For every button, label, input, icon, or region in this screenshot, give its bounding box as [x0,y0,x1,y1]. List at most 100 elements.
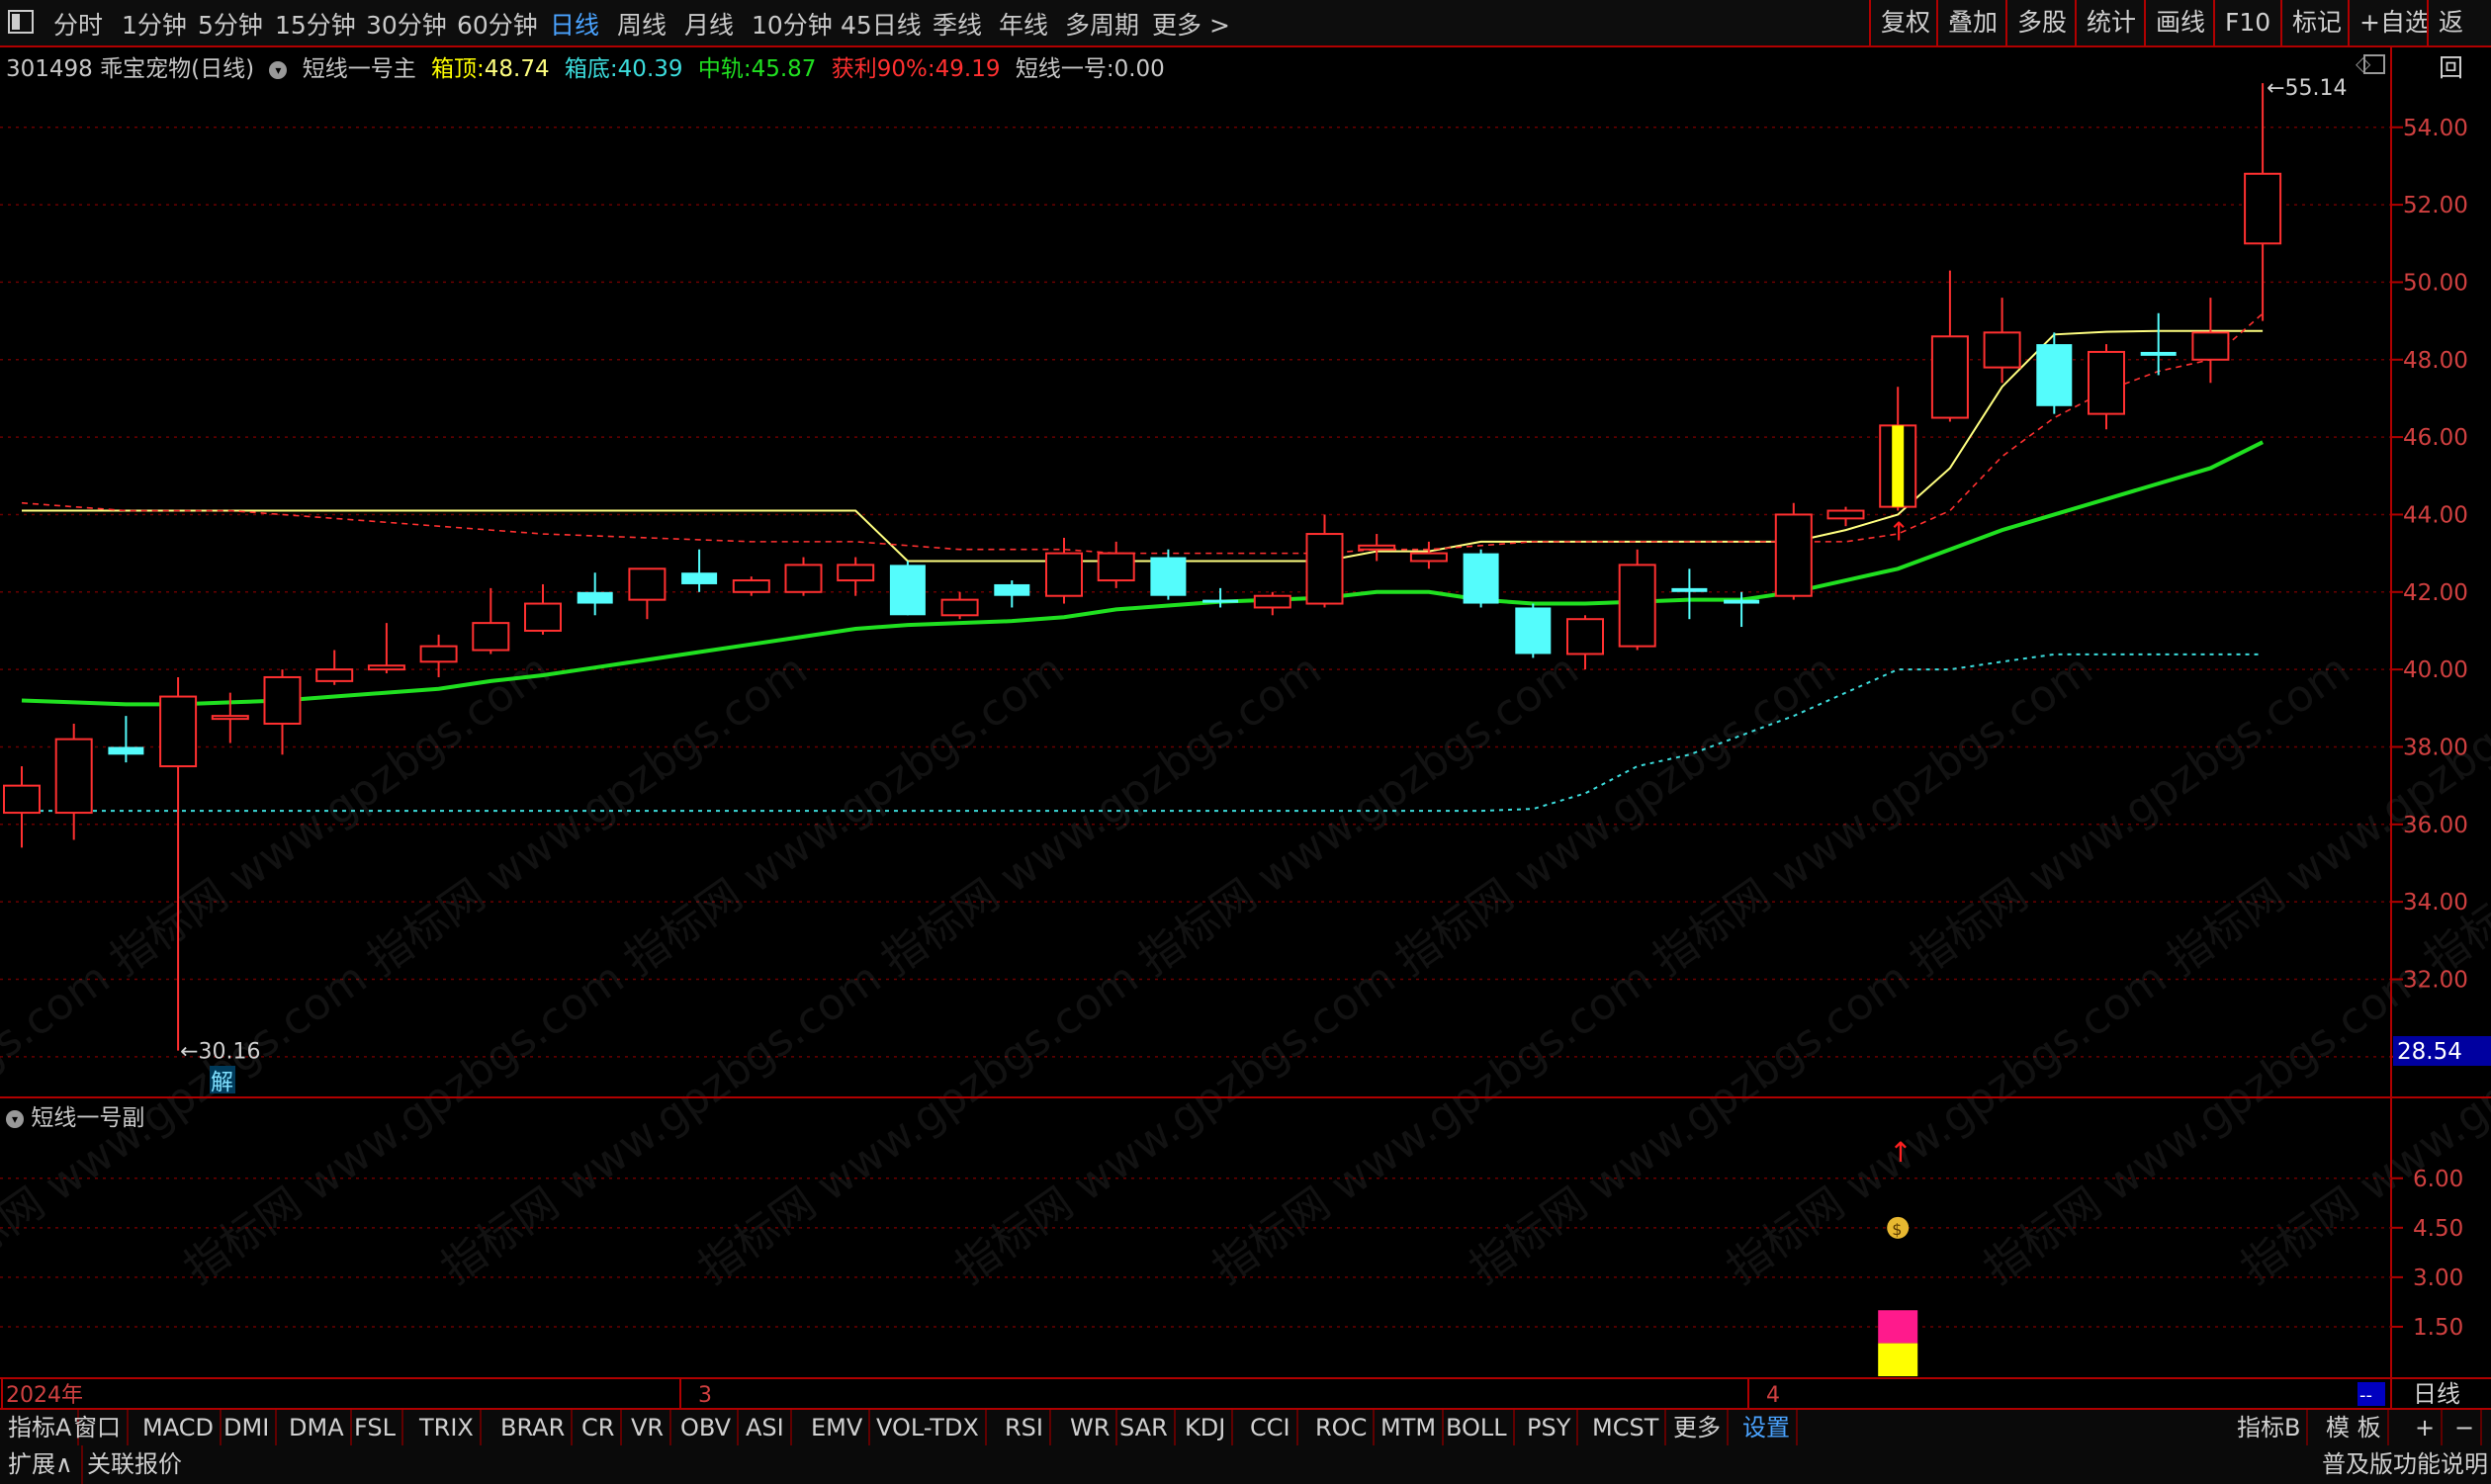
candle-body-up [1566,618,1604,655]
feature-help-button[interactable]: 普及版功能说明 [2314,1445,2491,1484]
price-tick-label: 40.00 [2403,657,2468,683]
price-tick-label: 44.00 [2403,502,2468,528]
buy-arrow-icon: ↑ [1888,518,1910,548]
current-price-tag: 28.54 [2397,1039,2462,1065]
sub-tick-label: 4.50 [2413,1216,2463,1242]
candle-body-up [1409,552,1448,563]
candle-body-up [1358,544,1396,551]
sub-indicator-name[interactable]: 短线一号副 [31,1105,144,1131]
price-tick-label: 42.00 [2403,580,2468,606]
candle-body-up [732,579,770,593]
tab-psy[interactable]: PSY [1521,1410,1579,1445]
tab-macd[interactable]: MACD [136,1410,222,1445]
tab-asi[interactable]: ASI [740,1410,792,1445]
candle-body-up [1097,552,1135,582]
watermark-text: 指标网 www.gpzbgs.com 指标网 www.gpzbgs.com [689,645,1587,1294]
tab-cr[interactable]: CR [576,1410,623,1445]
candle-body-up [784,564,823,593]
watermark-text: 指标网 www.gpzbgs.com 指标网 www.gpzbgs.com [432,645,1330,1294]
candle-body-up [367,664,405,671]
candle-body-down [577,591,613,604]
sub-indicator-toggle-icon[interactable]: ▾ [6,1109,24,1128]
tab-emv[interactable]: EMV [805,1410,871,1445]
date-axis: 2024年 3 4 -- 日线 [1,1378,2460,1408]
related-quote-button[interactable]: 关联报价 [79,1445,190,1484]
price-tick-label: 38.00 [2403,735,2468,760]
candle-body-up [54,738,93,815]
candle-body-up [2244,172,2282,245]
kline-chart[interactable]: 指标网 www.gpzbgs.com 指标网 www.gpzbgs.com指标网… [0,0,2491,1408]
period-label: 日线 [2413,1380,2460,1408]
tab-窗口[interactable]: 窗口 [67,1410,129,1445]
candle-body-up [837,564,875,582]
tab-cci[interactable]: CCI [1244,1410,1298,1445]
tab-roc[interactable]: ROC [1309,1410,1376,1445]
candle-body-up [1930,335,1969,419]
tab-dmi[interactable]: DMI [218,1410,278,1445]
watermark: 指标网 www.gpzbgs.com 指标网 www.gpzbgs.com指标网… [0,645,2491,1294]
candle-body-up [3,784,41,815]
sub-tick-label: 6.00 [2413,1167,2463,1192]
candle-body-down [2140,351,2177,356]
watermark-text: 指标网 www.gpzbgs.com 指标网 www.gpzbgs.com [175,645,1073,1294]
candle-body-down [1202,599,1239,603]
candle-body-up [419,645,458,663]
signal-candle-highlight [1892,425,1905,507]
candle-body-up [472,622,510,652]
candle-body-up [2088,350,2125,415]
tab-brar[interactable]: BRAR [494,1410,574,1445]
tab-mcst[interactable]: MCST [1586,1410,1667,1445]
tab-kdj[interactable]: KDJ [1179,1410,1234,1445]
tab-right-0[interactable]: 指标B [2231,1410,2309,1445]
low-price-label: ←30.16 [180,1040,260,1065]
tab-right-2[interactable]: + [2409,1410,2444,1445]
candle-body-up [263,675,302,725]
price-tick-label: 48.00 [2403,348,2468,374]
candle-body-down [1671,587,1708,592]
watermark-text: 指标网 www.gpzbgs.com 指标网 www.gpzbgs.com [1461,645,2358,1294]
signal-bar-magenta [1878,1310,1918,1344]
date-label: 3 [698,1383,712,1408]
tab-设置[interactable]: 设置 [1736,1410,1798,1445]
tab-vol-tdx[interactable]: VOL-TDX [870,1410,987,1445]
candlesticks: ↑ [3,83,2282,1051]
tab-更多[interactable]: 更多 [1667,1410,1729,1445]
date-label: 2024年 [6,1383,83,1408]
candle-body-down [108,746,144,755]
tab-vr[interactable]: VR [625,1410,672,1445]
candle-body-up [524,602,562,632]
signal-arrow-icon: ↑ [1889,1136,1912,1169]
tab-trix[interactable]: TRIX [413,1410,482,1445]
candle-body-down [1515,607,1552,655]
money-bag-symbol: $ [1892,1220,1902,1239]
candle-body-up [2191,331,2230,361]
tab-fsl[interactable]: FSL [348,1410,403,1445]
status-bar: 扩展∧ 关联报价 普及版功能说明 [0,1445,2491,1484]
sub-panel-header: ▾ 短线一号副 [6,1098,144,1132]
price-tick-label: 52.00 [2403,193,2468,218]
tab-obv[interactable]: OBV [674,1410,740,1445]
tab-boll[interactable]: BOLL [1440,1410,1515,1445]
candle-body-up [1253,594,1291,609]
watermark-text: 指标网 www.gpzbgs.com 指标网 www.gpzbgs.com [946,645,1844,1294]
candle-body-down [1463,553,1499,604]
indicator-tabs: 指标A 窗口 MACD DMI DMA FSL TRIX BRAR CR VR OBV ASI EMV V… [0,1408,2491,1447]
price-tick-label: 36.00 [2403,813,2468,838]
tab-right-1[interactable]: 模 板 [2320,1410,2389,1445]
expand-button[interactable]: 扩展∧ [0,1445,83,1484]
tab-wr[interactable]: WR [1064,1410,1118,1445]
tab-sar[interactable]: SAR [1113,1410,1176,1445]
tab-right-3[interactable]: − [2448,1410,2483,1445]
jie-badge: 解 [211,1070,233,1095]
chart-annotations: ←55.14 ←30.16 解 [180,76,2347,1095]
price-tick-label: 50.00 [2403,270,2468,296]
candle-body-down [1150,557,1187,596]
tab-dma[interactable]: DMA [283,1410,352,1445]
sub-tick-label: 3.00 [2413,1266,2463,1291]
tab-rsi[interactable]: RSI [999,1410,1051,1445]
tab-mtm[interactable]: MTM [1375,1410,1445,1445]
panel-toggle-icon[interactable] [2363,54,2385,74]
mid-band-line [21,440,2264,707]
candle-body-down [1724,599,1760,604]
candle-body-up [1305,533,1344,605]
